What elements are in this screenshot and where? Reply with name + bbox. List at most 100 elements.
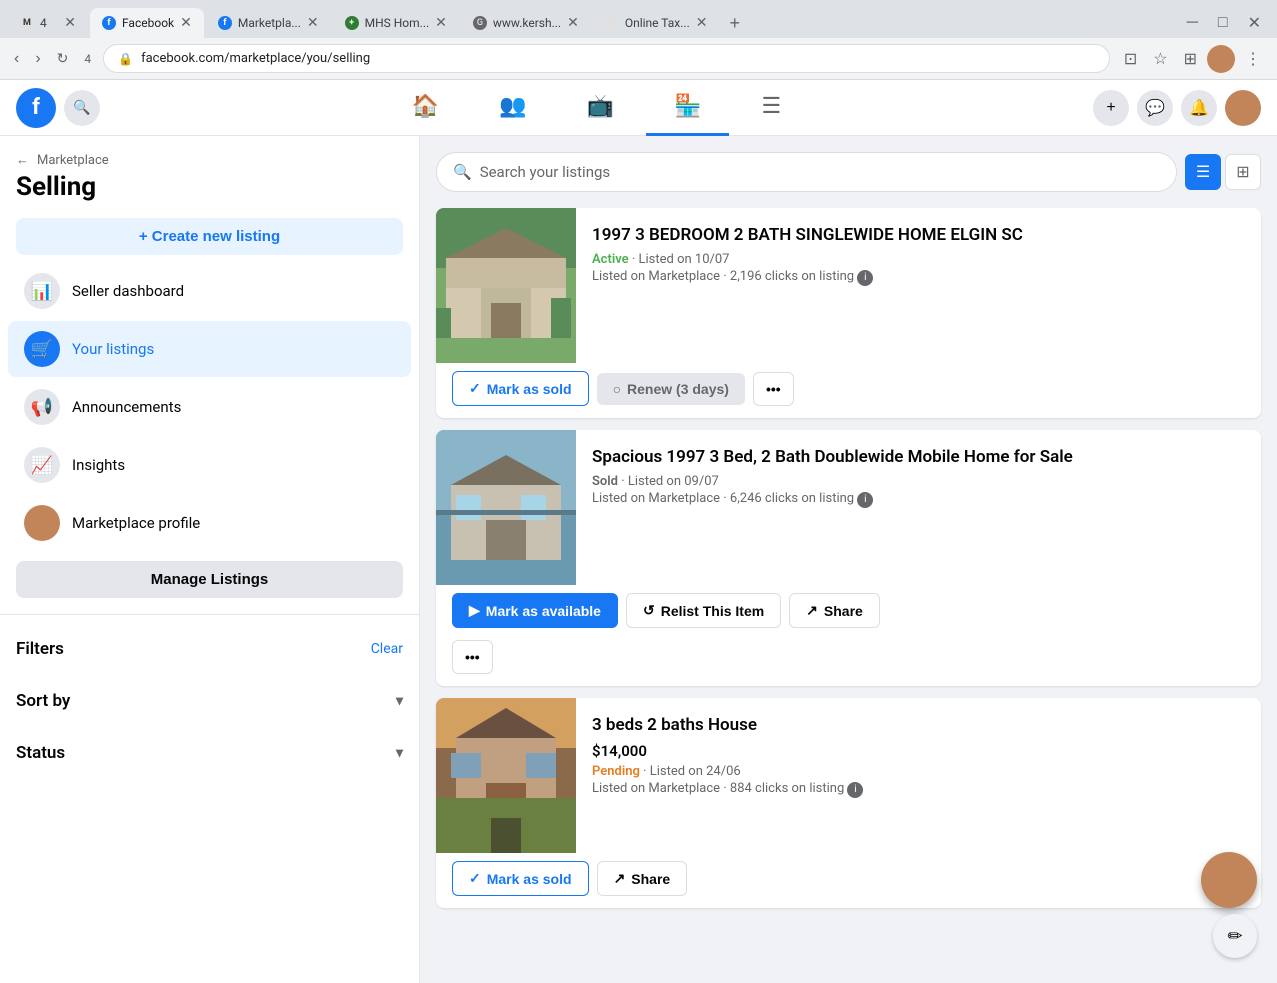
sidebar-item-marketplace-profile[interactable]: Marketplace profile [8,495,411,551]
browser-tab-5[interactable]: G www.kersh... ✕ [461,8,591,38]
mark-as-sold-button-3[interactable]: ✓ Mark as sold [452,861,589,896]
sort-by-header[interactable]: Sort by ▾ [16,683,403,719]
filters-header[interactable]: Filters Clear [16,631,403,667]
renew-button-1[interactable]: ○ Renew (3 days) [597,373,745,405]
facebook-nav: f 🔍 🏠 👥 📺 🏪 ☰ + 💬 🔔 [0,80,1277,136]
sidebar-title: Selling [16,172,403,202]
browser-tab-4[interactable]: + MHS Hom... ✕ [333,8,459,38]
nav-home[interactable]: 🏠 [384,80,467,136]
sidebar-item-your-listings[interactable]: 🛒 Your listings [8,321,411,377]
info-icon-3[interactable]: i [847,782,863,798]
lock-icon: 🔒 [118,52,133,66]
share-button-2[interactable]: ↗ Share [789,593,880,628]
sort-by-chevron-icon: ▾ [396,693,403,709]
bookmark-button[interactable]: ☆ [1147,45,1173,73]
user-avatar[interactable] [1225,90,1261,126]
browser-tab-3[interactable]: f Marketpla... ✕ [206,8,331,38]
reload-button[interactable]: ↻ [53,46,73,71]
tab-close-4[interactable]: ✕ [435,15,447,31]
facebook-logo[interactable]: f [16,88,56,128]
grid-view-button[interactable]: ⊞ [1225,154,1261,190]
tab-title-2: Facebook [122,16,174,30]
tab-favicon-3: f [218,16,232,30]
close-button[interactable]: ✕ [1240,11,1269,35]
info-icon-2[interactable]: i [857,492,873,508]
menu-icon: ☰ [761,94,781,119]
new-tab-button[interactable]: + [721,9,748,38]
nav-marketplace[interactable]: 🏪 [646,80,729,136]
listing-listed-date-1: Listed on 10/07 [639,252,730,267]
float-notification[interactable] [1201,852,1257,908]
status-label: Status [16,743,65,763]
listing-sold-badge-2: Sold [592,474,618,489]
create-button[interactable]: + [1093,90,1129,126]
sidebar-item-seller-dashboard[interactable]: 📊 Seller dashboard [8,263,411,319]
more-icon-2: ••• [465,649,480,665]
listing-title-3: 3 beds 2 baths House [592,714,1245,736]
mark-as-sold-button-1[interactable]: ✓ Mark as sold [452,371,589,406]
listing-active-badge-1: Active [592,252,629,267]
nav-menu[interactable]: ☰ [733,80,809,136]
create-listing-button[interactable]: + Create new listing [16,218,403,255]
listing-marketplace-info-3: Listed on Marketplace · 884 clicks on li… [592,781,1245,798]
search-bar-row: 🔍 Search your listings ☰ ⊞ [436,152,1261,192]
profile-avatar[interactable] [1207,45,1235,73]
tab-close-5[interactable]: ✕ [567,15,579,31]
browser-tab-2[interactable]: f Facebook ✕ [90,8,204,38]
tab-title-3: Marketpla... [238,16,301,30]
tab-close-2[interactable]: ✕ [180,15,192,31]
relist-label-2: Relist This Item [661,603,764,619]
renew-label-1: Renew (3 days) [627,381,729,397]
friends-icon: 👥 [499,94,526,119]
maximize-button[interactable]: □ [1210,11,1236,35]
info-icon-1[interactable]: i [857,270,873,286]
nav-watch[interactable]: 📺 [559,80,642,136]
float-edit-button[interactable]: ✏ [1213,914,1257,958]
grid-view-icon: ⊞ [1236,162,1249,182]
sidebar-item-insights[interactable]: 📈 Insights [8,437,411,493]
messenger-button[interactable]: 💬 [1137,90,1173,126]
listing-image-svg-1 [436,208,576,363]
clear-filters-link[interactable]: Clear [371,641,403,657]
tab-close-1[interactable]: ✕ [64,15,76,31]
listing-card-3: 3 beds 2 baths House $14,000 Pending · L… [436,698,1261,908]
browser-tab-1[interactable]: M 4 ✕ [8,8,88,38]
sidebar-nav: 📊 Seller dashboard 🛒 Your listings 📢 Ann… [0,263,419,551]
minimize-button[interactable]: ─ [1179,11,1206,35]
listing-image-svg-3 [436,698,576,853]
list-view-button[interactable]: ☰ [1185,154,1221,190]
address-bar[interactable]: 🔒 facebook.com/marketplace/you/selling [103,44,1110,73]
sidebar-back[interactable]: ← Marketplace [16,152,403,168]
listing-price-3: $14,000 [592,742,1245,760]
relist-button-2[interactable]: ↺ Relist This Item [626,593,781,628]
tab-title-4: MHS Hom... [365,16,430,30]
mark-as-available-button-2[interactable]: ▶ Mark as available [452,593,618,628]
forward-button[interactable]: › [31,46,44,72]
more-icon-1: ••• [766,381,781,397]
tab-close-6[interactable]: ✕ [696,15,708,31]
manage-listings-button[interactable]: Manage Listings [16,561,403,598]
listing-card-1: 1997 3 BEDROOM 2 BATH SINGLEWIDE HOME EL… [436,208,1261,418]
status-header[interactable]: Status ▾ [16,735,403,771]
more-button-1[interactable]: ••• [753,372,794,406]
sidebar-item-announcements[interactable]: 📢 Announcements [8,379,411,435]
sidebar-toggle[interactable]: ⊞ [1178,45,1203,73]
sidebar-divider [0,614,419,615]
address-text: facebook.com/marketplace/you/selling [141,51,370,66]
marketplace-profile-label: Marketplace profile [72,514,200,532]
share-button-3[interactable]: ↗ Share [597,861,688,896]
listing-image-svg-2 [436,430,576,585]
menu-button[interactable]: ⋮ [1239,45,1267,73]
notifications-button[interactable]: 🔔 [1181,90,1217,126]
facebook-search-button[interactable]: 🔍 [64,90,100,126]
search-bar[interactable]: 🔍 Search your listings [436,152,1177,192]
more-button-2[interactable]: ••• [452,640,493,674]
tab-title-5: www.kersh... [493,16,561,30]
tab-close-3[interactable]: ✕ [307,15,319,31]
cast-button[interactable]: ⊡ [1118,45,1143,73]
facebook-nav-center: 🏠 👥 📺 🏪 ☰ [108,80,1085,136]
browser-tab-6[interactable]: Online Tax... ✕ [593,8,720,38]
listing-more-row-2: ••• [436,640,1261,686]
nav-friends[interactable]: 👥 [471,80,554,136]
back-button[interactable]: ‹ [10,46,23,72]
